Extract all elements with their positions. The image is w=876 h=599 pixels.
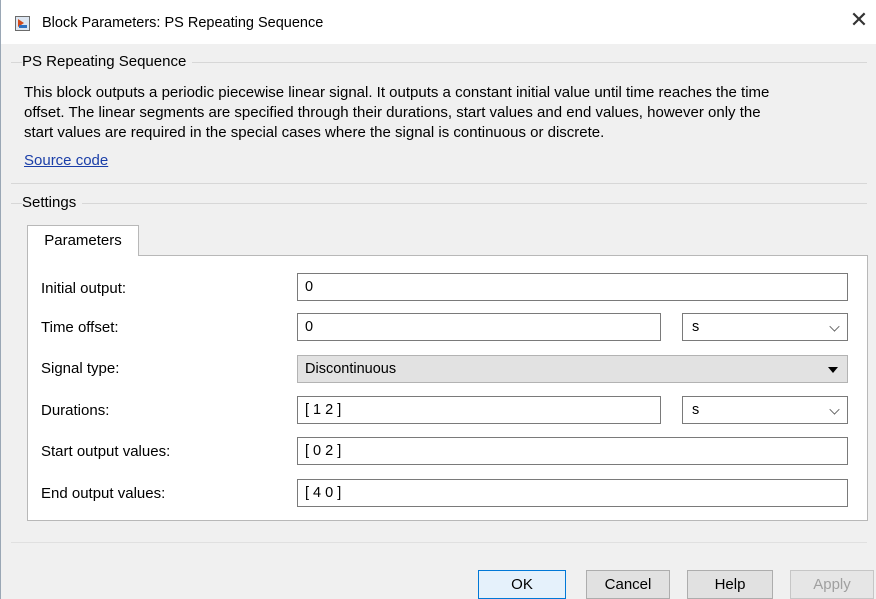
description-line: start values are required in the special… [24, 124, 605, 141]
footer-divider [11, 542, 867, 543]
start-output-values-label: Start output values: [41, 443, 171, 460]
chevron-down-icon [829, 321, 840, 332]
chevron-down-icon [829, 404, 840, 415]
end-output-values-label: End output values: [41, 485, 166, 502]
ok-button[interactable]: OK [478, 570, 566, 599]
initial-output-label: Initial output: [41, 280, 127, 297]
cancel-button[interactable]: Cancel [586, 570, 670, 599]
durations-unit-value: s [692, 402, 700, 418]
durations-unit-select[interactable]: s [682, 396, 848, 424]
source-code-link[interactable]: Source code [24, 152, 108, 169]
help-button[interactable]: Help [687, 570, 773, 599]
time-offset-unit-select[interactable]: s [682, 313, 848, 341]
tab-parameters[interactable]: Parameters [27, 225, 139, 256]
close-icon[interactable]: ✕ [847, 10, 871, 34]
title-bar[interactable]: Block Parameters: PS Repeating Sequence … [1, 0, 876, 44]
triangle-down-icon [828, 367, 838, 373]
time-offset-field[interactable]: 0 [297, 313, 661, 341]
initial-output-field[interactable]: 0 [297, 273, 848, 301]
start-output-values-field[interactable]: [ 0 2 ] [297, 437, 848, 465]
settings-heading: Settings [22, 194, 83, 211]
window-title: Block Parameters: PS Repeating Sequence [42, 15, 324, 31]
durations-field[interactable]: [ 1 2 ] [297, 396, 661, 424]
description-line: This block outputs a periodic piecewise … [24, 84, 770, 101]
durations-label: Durations: [41, 402, 110, 419]
signal-type-value: Discontinuous [305, 361, 397, 377]
section-divider [11, 183, 867, 184]
block-parameters-dialog: Block Parameters: PS Repeating Sequence … [0, 0, 876, 599]
block-description: This block outputs a periodic piecewise … [24, 83, 866, 143]
block-heading: PS Repeating Sequence [22, 53, 193, 70]
end-output-values-field[interactable]: [ 4 0 ] [297, 479, 848, 507]
description-line: offset. The linear segments are specifie… [24, 104, 761, 121]
settings-group-line [11, 203, 867, 204]
time-offset-unit-value: s [692, 319, 700, 335]
simulink-block-icon [15, 16, 30, 31]
signal-type-label: Signal type: [41, 360, 120, 377]
signal-type-dropdown[interactable]: Discontinuous [297, 355, 848, 383]
time-offset-label: Time offset: [41, 319, 119, 336]
apply-button[interactable]: Apply [790, 570, 874, 599]
